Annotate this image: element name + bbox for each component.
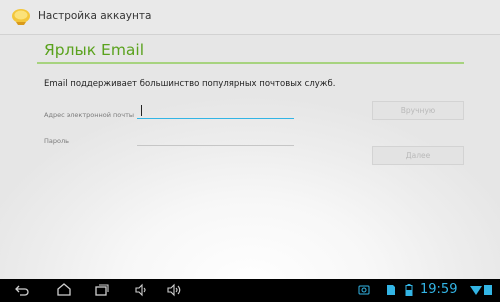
next-button[interactable]: Далее — [372, 146, 464, 165]
home-icon[interactable] — [56, 282, 72, 298]
clock: 19:59 — [420, 282, 458, 297]
sd-card-icon — [387, 285, 395, 295]
battery-icon — [405, 284, 413, 296]
password-field[interactable] — [137, 131, 294, 146]
email-field[interactable] — [137, 104, 294, 119]
action-bar: Настройка аккаунта — [0, 0, 500, 35]
action-bar-title: Настройка аккаунта — [38, 10, 152, 22]
recent-apps-icon[interactable] — [94, 282, 110, 298]
signal-icon — [484, 285, 492, 295]
description-text: Email поддерживает большинство популярны… — [44, 79, 336, 89]
manual-setup-button[interactable]: Вручную — [372, 101, 464, 120]
volume-up-icon[interactable] — [166, 282, 182, 298]
page-title: Ярлык Email — [44, 41, 145, 59]
email-app-icon — [12, 9, 30, 25]
wifi-icon — [470, 286, 482, 295]
back-icon[interactable] — [14, 282, 30, 298]
email-label: Адрес электронной почты — [44, 111, 134, 119]
account-setup-screen: Настройка аккаунта Ярлык Email Email под… — [0, 0, 500, 302]
system-bar: 19:59 — [0, 279, 500, 302]
screenshot-icon — [358, 285, 370, 295]
volume-down-icon[interactable] — [134, 282, 150, 298]
text-cursor — [141, 105, 142, 116]
password-label: Пароль — [44, 137, 69, 145]
header-divider — [37, 62, 464, 64]
